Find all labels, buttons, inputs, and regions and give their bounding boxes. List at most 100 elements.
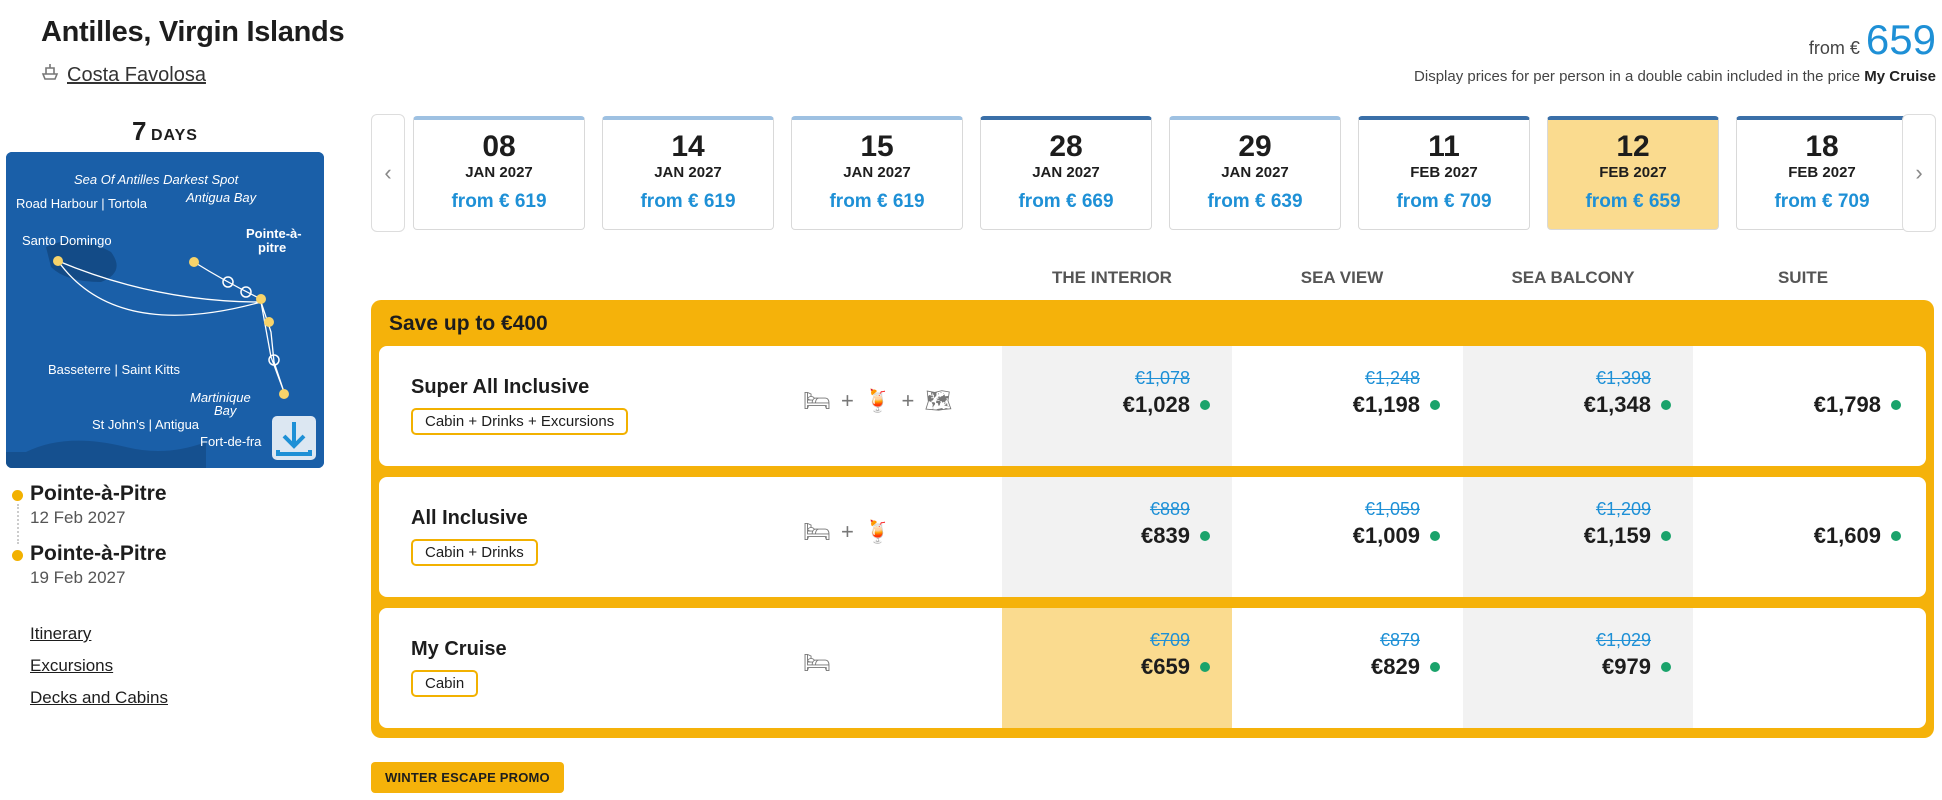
promo-badge[interactable]: WINTER ESCAPE PROMO: [371, 762, 564, 793]
stop-arrival: Pointe-à-Pitre 19 Feb 2027: [10, 542, 167, 588]
date-card[interactable]: 28 JAN 2027 from € 669: [980, 116, 1152, 230]
date-card[interactable]: 14 JAN 2027 from € 619: [602, 116, 774, 230]
package-tag: Cabin: [411, 670, 479, 697]
chevron-right-icon: ›: [1915, 160, 1923, 185]
map-label: Basseterre | Saint Kitts: [48, 362, 180, 377]
price-from-value: 659: [1865, 16, 1936, 63]
date-card[interactable]: 08 JAN 2027 from € 619: [413, 116, 585, 230]
excursions-link[interactable]: Excursions: [30, 656, 168, 676]
carousel-next-button[interactable]: ›: [1902, 114, 1936, 232]
new-price: €1,198: [1232, 392, 1440, 418]
carousel-prev-button[interactable]: ‹: [371, 114, 405, 232]
price-cell[interactable]: €1,609: [1693, 477, 1923, 597]
date-price: from € 619: [640, 191, 736, 212]
new-price: €1,009: [1232, 523, 1440, 549]
availability-dot: [1891, 400, 1901, 410]
new-price-value: €1,009: [1352, 523, 1420, 548]
download-icon: [276, 422, 312, 456]
cabin-header-interior: THE INTERIOR: [1052, 268, 1172, 287]
price-cell: [1693, 608, 1923, 728]
date-card[interactable]: 29 JAN 2027 from € 639: [1169, 116, 1341, 230]
old-price: [1693, 499, 1901, 521]
new-price-value: €1,609: [1813, 523, 1881, 548]
stop-port: Pointe-à-Pitre: [30, 542, 167, 565]
availability-dot: [1200, 400, 1210, 410]
ship-link[interactable]: Costa Favolosa: [41, 62, 206, 88]
price-disclaimer: Display prices for per person in a doubl…: [1414, 68, 1936, 85]
itinerary-map[interactable]: Sea Of Antilles Darkest Spot Road Harbou…: [6, 152, 324, 468]
date-month: JAN 2027: [1032, 164, 1100, 181]
price-cell[interactable]: €709 €659: [1002, 608, 1232, 728]
download-map-button[interactable]: [272, 416, 316, 460]
availability-dot: [1430, 531, 1440, 541]
package-icons: 🛏 + 🍹: [803, 519, 894, 544]
date-card[interactable]: 18 FEB 2027 from € 709: [1736, 116, 1908, 230]
availability-dot: [1661, 400, 1671, 410]
map-label: pitre: [258, 240, 286, 255]
offer-box: Save up to €400 Super All Inclusive Cabin…: [371, 300, 1934, 738]
package-name: My Cruise: [411, 638, 507, 660]
availability-dot: [1430, 662, 1440, 672]
cabin-header-suite: SUITE: [1777, 268, 1829, 287]
old-price: €1,078: [1134, 368, 1190, 388]
date-day: 28: [1049, 130, 1083, 163]
save-banner: Save up to €400: [389, 312, 548, 335]
new-price-value: €979: [1602, 654, 1651, 679]
date-price: from € 669: [1018, 191, 1114, 212]
date-month: FEB 2027: [1410, 164, 1478, 181]
ship-icon: [41, 62, 59, 88]
date-card[interactable]: 12 FEB 2027 from € 659: [1547, 116, 1719, 230]
new-price: €1,609: [1693, 523, 1901, 549]
new-price-value: €1,028: [1122, 392, 1190, 417]
new-price: €1,348: [1463, 392, 1671, 418]
package-tag: Cabin + Drinks: [411, 539, 538, 566]
package-tag: Cabin + Drinks + Excursions: [411, 408, 629, 435]
date-price: from € 709: [1396, 191, 1492, 212]
price-cell[interactable]: €1,398 €1,348: [1463, 346, 1693, 466]
itinerary-stops: Pointe-à-Pitre 12 Feb 2027 Pointe-à-Pitr…: [10, 482, 167, 602]
map-label: St John's | Antigua: [92, 417, 200, 432]
price-from-label: from €: [1808, 38, 1860, 58]
old-price: €1,398: [1595, 368, 1651, 388]
old-price: €1,029: [1595, 630, 1651, 650]
new-price: €979: [1463, 654, 1671, 680]
new-price-value: €829: [1371, 654, 1420, 679]
price-cell[interactable]: €1,078 €1,028: [1002, 346, 1232, 466]
new-price-value: €1,798: [1813, 392, 1881, 417]
price-cell[interactable]: €1,798: [1693, 346, 1923, 466]
old-price: €709: [1149, 630, 1190, 650]
date-card[interactable]: 11 FEB 2027 from € 709: [1358, 116, 1530, 230]
date-day: 08: [482, 130, 516, 163]
old-price: [1693, 630, 1901, 652]
date-month: FEB 2027: [1788, 164, 1856, 181]
decks-cabins-link[interactable]: Decks and Cabins: [30, 688, 168, 708]
price-cell[interactable]: €889 €839: [1002, 477, 1232, 597]
price-from: from € 659: [1809, 16, 1936, 64]
package-name: All Inclusive: [411, 507, 528, 529]
price-cell[interactable]: €1,029 €979: [1463, 608, 1693, 728]
date-day: 29: [1238, 130, 1272, 163]
package-row: My Cruise Cabin 🛏 €709 €659 €879 €829 €1,029 €97…: [379, 608, 1926, 728]
price-cell[interactable]: €1,209 €1,159: [1463, 477, 1693, 597]
ship-name[interactable]: Costa Favolosa: [67, 64, 206, 87]
date-price: from € 709: [1774, 191, 1870, 212]
date-day: 15: [860, 130, 894, 163]
map-label: Antigua Bay: [185, 190, 258, 205]
map-label: Sea Of Antilles Darkest Spot: [74, 172, 240, 187]
date-month: JAN 2027: [1221, 164, 1289, 181]
price-cell[interactable]: €1,248 €1,198: [1232, 346, 1462, 466]
disclaimer-bold: My Cruise: [1864, 68, 1936, 85]
itinerary-link[interactable]: Itinerary: [30, 624, 168, 644]
date-month: JAN 2027: [654, 164, 722, 181]
old-price: €1,248: [1364, 368, 1420, 388]
price-cell[interactable]: €879 €829: [1232, 608, 1462, 728]
availability-dot: [1200, 531, 1210, 541]
old-price: €1,209: [1595, 499, 1651, 519]
date-card[interactable]: 15 JAN 2027 from € 619: [791, 116, 963, 230]
package-icons: 🛏: [803, 650, 833, 675]
date-day: 12: [1616, 130, 1650, 163]
new-price-value: €1,159: [1583, 523, 1651, 548]
price-cell[interactable]: €1,059 €1,009: [1232, 477, 1462, 597]
date-price: from € 659: [1585, 191, 1681, 212]
date-price: from € 639: [1207, 191, 1303, 212]
